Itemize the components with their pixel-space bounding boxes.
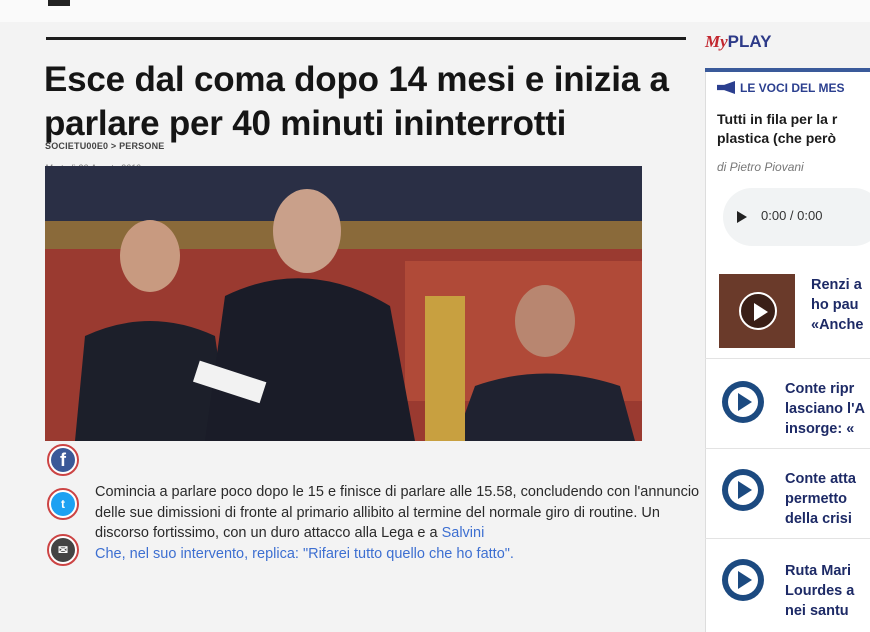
list-item[interactable]: Conte atta permetto della crisi	[705, 448, 870, 538]
salvini-link[interactable]: Salvini	[442, 525, 485, 541]
article-headline: Esce dal coma dopo 14 mesi e inizia a pa…	[44, 60, 669, 143]
senate-scene-image	[45, 166, 642, 441]
play-circle-icon[interactable]	[722, 559, 764, 601]
video-thumbnail[interactable]	[719, 274, 795, 348]
featured-author: di Pietro Piovani	[717, 160, 804, 174]
twitter-icon: t	[51, 492, 75, 516]
article-photo	[45, 166, 642, 441]
list-item-title: Ruta Mari Lourdes a nei santu	[785, 563, 855, 619]
sidebar-card-topline	[705, 68, 870, 72]
featured-title[interactable]: Tutti in fila per la r plastica (che però	[717, 110, 837, 148]
mail-icon: ✉	[51, 538, 75, 562]
breadcrumb[interactable]: SOCIETU00E0 > PERSONE	[45, 141, 165, 151]
top-bar	[0, 0, 870, 22]
list-item[interactable]: Conte ripr lasciano l'A insorge: «	[705, 358, 870, 448]
play-icon[interactable]	[737, 211, 747, 223]
myplay-sidebar: MyPLAY LE VOCI DEL MES Tutti in fila per…	[705, 28, 870, 632]
twitter-share-button[interactable]: t	[47, 488, 79, 520]
facebook-share-button[interactable]: f	[47, 444, 79, 476]
body-tail-text: Che, nel suo intervento, replica: "Rifar…	[95, 545, 514, 562]
top-logo-fragment	[48, 0, 70, 6]
article-body: Comincia a parlare poco dopo le 15 e fin…	[95, 482, 700, 564]
list-item[interactable]: Ruta Mari Lourdes a nei santu	[705, 538, 870, 628]
email-share-button[interactable]: ✉	[47, 534, 79, 566]
play-circle-icon[interactable]	[722, 469, 764, 511]
audio-time: 0:00 / 0:00	[761, 208, 823, 223]
audio-player[interactable]: 0:00 / 0:00	[723, 188, 870, 246]
facebook-icon: f	[51, 448, 75, 472]
video-item-title[interactable]: Renzi a ho pau «Anche	[811, 275, 863, 335]
play-circle-icon[interactable]	[722, 381, 764, 423]
myplay-logo[interactable]: MyPLAY	[705, 32, 771, 52]
megaphone-icon	[717, 81, 735, 94]
list-item-title: Conte atta permetto della crisi	[785, 471, 856, 527]
list-item-title: Conte ripr lasciano l'A insorge: «	[785, 381, 866, 437]
section-label: LE VOCI DEL MES	[717, 81, 844, 95]
play-overlay-icon[interactable]	[739, 292, 777, 330]
header-rule	[46, 37, 686, 40]
body-main-text: Comincia a parlare poco dopo le 15 e fin…	[95, 484, 700, 541]
